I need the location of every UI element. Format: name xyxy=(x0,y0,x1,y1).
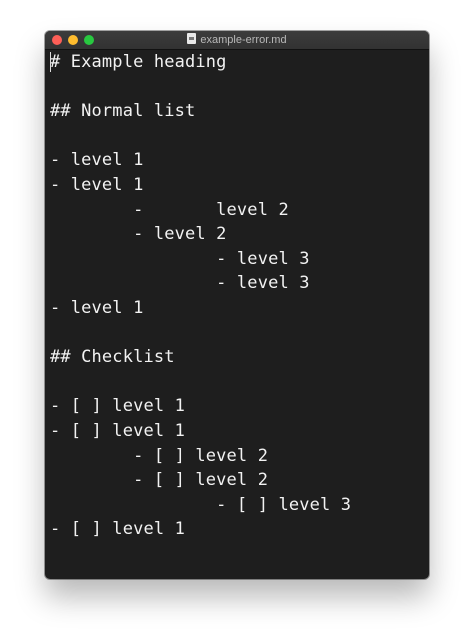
text-cursor xyxy=(50,52,51,72)
title-bar[interactable]: example-error.md xyxy=(45,31,429,50)
window-title: example-error.md xyxy=(45,33,429,47)
editor-line: - level 1 xyxy=(50,297,144,318)
text-editor[interactable]: # Example heading ## Normal list - level… xyxy=(50,50,425,579)
editor-line: - [ ] level 1 xyxy=(50,420,186,441)
editor-line: - level 2 xyxy=(50,199,289,220)
editor-line: - level 1 xyxy=(50,174,144,195)
editor-line: - level 2 xyxy=(50,224,227,245)
editor-line: - [ ] level 2 xyxy=(50,470,269,491)
window-title-text: example-error.md xyxy=(200,34,287,46)
editor-window: example-error.md # Example heading ## No… xyxy=(45,31,429,579)
editor-line: ## Checklist xyxy=(50,347,175,368)
editor-line: # Example heading xyxy=(50,52,227,72)
markdown-file-icon xyxy=(187,33,197,44)
editor-line: - [ ] level 2 xyxy=(50,445,269,466)
editor-line: ## Normal list xyxy=(50,101,196,122)
editor-line: - [ ] level 3 xyxy=(50,494,352,515)
editor-line: - [ ] level 1 xyxy=(50,519,186,540)
editor-line: - level 3 xyxy=(50,248,310,269)
editor-line: - [ ] level 1 xyxy=(50,396,186,417)
editor-line: - level 1 xyxy=(50,150,144,171)
editor-line: - level 3 xyxy=(50,273,310,294)
